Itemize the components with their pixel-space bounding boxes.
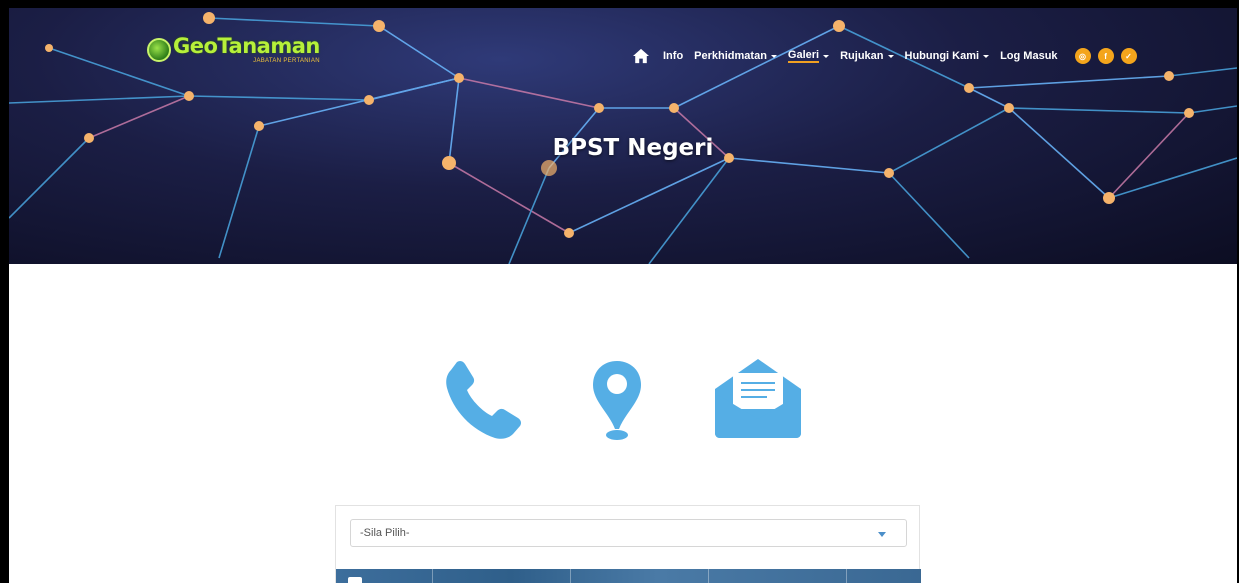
- site-logo[interactable]: GeoTanaman JABATAN PERTANIAN: [147, 36, 320, 64]
- page-title: BPST Negeri: [552, 135, 714, 161]
- nav-item-rujukan[interactable]: Rujukan: [840, 50, 894, 62]
- location-pin-icon[interactable]: [591, 359, 643, 442]
- main-nav: Info Perkhidmatan Galeri Rujukan Hubungi…: [632, 48, 1144, 64]
- map-gridline: [708, 569, 709, 583]
- nav-item-info[interactable]: Info: [663, 50, 683, 62]
- caret-down-icon: [887, 54, 894, 58]
- chevron-down-icon: [878, 532, 886, 537]
- nav-item-galeri[interactable]: Galeri: [787, 49, 830, 63]
- logo-title: GeoTanaman: [173, 34, 320, 58]
- twitter-icon[interactable]: ✓: [1120, 48, 1137, 64]
- nav-item-label: Log Masuk: [1000, 50, 1058, 62]
- nav-item-label: Hubungi Kami: [904, 50, 980, 62]
- facebook-icon[interactable]: f: [1097, 48, 1114, 64]
- home-icon[interactable]: [632, 48, 650, 64]
- map-gridline: [570, 569, 571, 583]
- nav-item-perkhidmatan[interactable]: Perkhidmatan: [694, 50, 777, 62]
- phone-icon[interactable]: [443, 360, 523, 442]
- nav-item-label: Perkhidmatan: [694, 50, 767, 62]
- social-links: ◎ f ✓: [1074, 48, 1144, 64]
- map-view[interactable]: [336, 569, 921, 583]
- caret-down-icon: [983, 54, 990, 58]
- map-gridline: [846, 569, 847, 583]
- logo-subtitle: JABATAN PERTANIAN: [253, 58, 320, 64]
- nav-item-log-masuk[interactable]: Log Masuk: [1000, 50, 1057, 62]
- nav-item-label: Info: [663, 50, 684, 62]
- instagram-icon[interactable]: ◎: [1074, 48, 1091, 64]
- email-icon[interactable]: [711, 355, 805, 440]
- map-zoom-control[interactable]: [348, 577, 362, 583]
- globe-logo-icon: [147, 38, 171, 62]
- state-select-value: -Sila Pilih-: [360, 527, 410, 539]
- hero-banner: GeoTanaman JABATAN PERTANIAN Info Perkhi…: [9, 8, 1237, 264]
- bpst-panel: -Sila Pilih-: [335, 505, 921, 583]
- caret-down-icon: [823, 54, 830, 58]
- nav-item-hubungi-kami[interactable]: Hubungi Kami: [905, 50, 990, 62]
- state-select[interactable]: -Sila Pilih-: [350, 519, 907, 547]
- nav-item-label: Galeri: [787, 49, 820, 63]
- caret-down-icon: [770, 54, 777, 58]
- nav-item-label: Rujukan: [840, 50, 884, 62]
- map-gridline: [432, 569, 433, 583]
